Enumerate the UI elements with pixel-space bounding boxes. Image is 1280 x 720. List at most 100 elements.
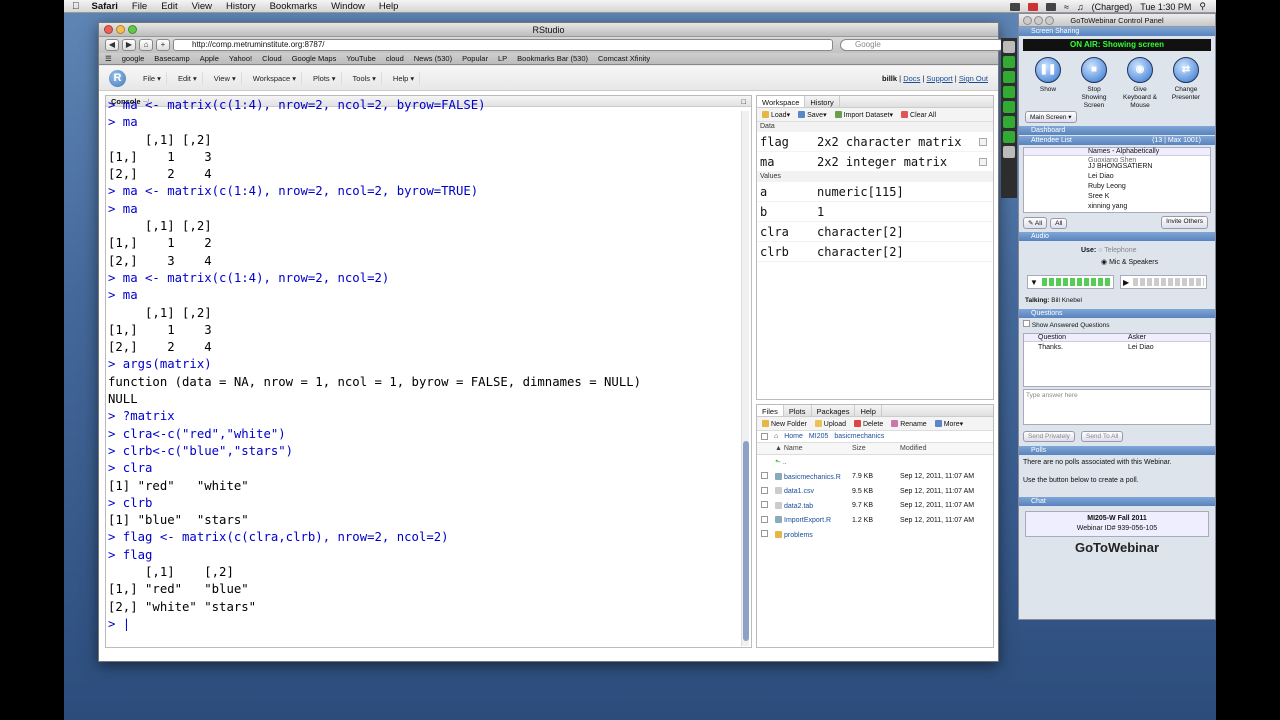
menu-bookmarks[interactable]: Bookmarks — [270, 1, 318, 12]
select-all-checkbox[interactable] — [761, 433, 768, 440]
file-row[interactable]: ⬑ .. — [757, 455, 993, 470]
back-button[interactable]: ◀ — [105, 39, 119, 51]
status-icon[interactable] — [1027, 2, 1038, 11]
chat-icon[interactable] — [1003, 146, 1015, 158]
telephone-radio[interactable]: ○ Telephone — [1098, 247, 1136, 254]
attendee-row[interactable]: xinning yang — [1024, 202, 1210, 212]
send-privately-button[interactable]: Send Privately — [1023, 431, 1075, 442]
webcam-icon[interactable] — [1003, 71, 1015, 83]
screen-sharing-header[interactable]: Screen Sharing — [1019, 27, 1215, 36]
grid-view-icon[interactable] — [979, 158, 987, 166]
menu-help[interactable]: Help — [379, 1, 399, 12]
workspace-row[interactable]: clrb character[2] — [757, 242, 993, 262]
polls-icon[interactable] — [1003, 131, 1015, 143]
upload-button[interactable]: Upload — [814, 419, 846, 428]
minimize-button[interactable] — [1034, 16, 1043, 25]
console-output[interactable]: > ma <- matrix(c(1:4), nrow=2, ncol=2, b… — [106, 97, 751, 633]
tab-packages[interactable]: Packages — [812, 405, 856, 416]
screen-icon[interactable] — [1003, 56, 1015, 68]
show-button[interactable]: ❚❚ Show — [1028, 57, 1068, 110]
menu-history[interactable]: History — [226, 1, 256, 12]
tab-history[interactable]: History — [805, 96, 840, 107]
rs-menu-file[interactable]: File ▾ — [138, 71, 167, 85]
docs-link[interactable]: Docs — [903, 74, 920, 83]
close-button[interactable] — [104, 25, 113, 34]
file-row[interactable]: ImportExport.R 1.2 KB Sep 12, 2011, 11:07 … — [757, 513, 993, 528]
breadcrumb-mi205[interactable]: MI205 — [809, 433, 828, 440]
dashboard-header[interactable]: Dashboard — [1019, 126, 1215, 135]
mic-radio[interactable]: ◉ Mic & Speakers — [1101, 259, 1158, 266]
file-row[interactable]: problems — [757, 528, 993, 543]
reading-list-icon[interactable]: ☰ — [105, 54, 112, 63]
file-checkbox[interactable] — [761, 501, 768, 509]
rs-menu-help[interactable]: Help ▾ — [388, 71, 421, 85]
file-checkbox[interactable] — [761, 515, 768, 523]
question-row[interactable]: Thanks. Lei Diao — [1024, 342, 1210, 354]
url-field[interactable]: http://comp.metruminstitute.org:8787/ — [173, 39, 833, 51]
zoom-button[interactable] — [1045, 16, 1054, 25]
bookmark-item[interactable]: Cloud — [262, 54, 282, 63]
asker-col[interactable]: Asker — [1128, 334, 1146, 341]
menu-view[interactable]: View — [192, 1, 212, 12]
tab-workspace[interactable]: Workspace — [757, 96, 806, 107]
tab-files[interactable]: Files — [757, 405, 784, 416]
file-checkbox[interactable] — [761, 486, 768, 494]
import-dataset-button[interactable]: Import Dataset▾ — [834, 110, 893, 119]
scroll-thumb[interactable] — [743, 441, 749, 641]
attendees-icon[interactable] — [1003, 86, 1015, 98]
attendee-list-header[interactable]: Attendee List (13 | Max 1001) — [1019, 136, 1215, 145]
home-icon[interactable]: ⌂ — [139, 39, 153, 51]
change-presenter-button[interactable]: ⇄ Change Presenter — [1166, 57, 1206, 110]
search-field[interactable]: Google — [840, 39, 1005, 51]
panel-toggle-icon[interactable] — [1003, 41, 1015, 53]
bookmark-item[interactable]: Google Maps — [292, 54, 337, 63]
attendee-row[interactable]: Lei Diao — [1024, 172, 1210, 182]
file-row[interactable]: basicmechanics.R 7.9 KB Sep 12, 2011, 11:0… — [757, 470, 993, 485]
rs-menu-plots[interactable]: Plots ▾ — [308, 71, 342, 85]
bookmark-item[interactable]: LP — [498, 54, 507, 63]
grid-view-icon[interactable] — [979, 138, 987, 146]
unmute-all-button[interactable]: ✎ All — [1023, 217, 1048, 229]
status-icon[interactable] — [1045, 2, 1056, 11]
audio-icon[interactable] — [1003, 101, 1015, 113]
attendee-row[interactable]: JJ BHONGSATIERN — [1024, 162, 1210, 172]
polls-header[interactable]: Polls — [1019, 446, 1215, 455]
add-bookmark-button[interactable]: + — [156, 39, 170, 51]
answer-field[interactable]: Type answer here — [1023, 389, 1211, 425]
workspace-row[interactable]: a numeric[115] — [757, 182, 993, 202]
apple-menu-icon[interactable]:  — [72, 1, 80, 12]
attendee-list[interactable]: Names - Alphabetically Guoxiang Shen JJ … — [1023, 147, 1211, 213]
close-button[interactable] — [1023, 16, 1032, 25]
rs-menu-view[interactable]: View ▾ — [209, 71, 242, 85]
col-modified[interactable]: Modified — [900, 445, 993, 452]
zoom-button[interactable] — [128, 25, 137, 34]
bookmark-item[interactable]: Basecamp — [154, 54, 189, 63]
rs-menu-tools[interactable]: Tools ▾ — [348, 71, 382, 85]
workspace-row[interactable]: clra character[2] — [757, 222, 993, 242]
col-size[interactable]: Size — [852, 445, 900, 452]
menu-window[interactable]: Window — [331, 1, 365, 12]
audio-header[interactable]: Audio — [1019, 232, 1215, 241]
volume-icon[interactable]: ♫ — [1077, 2, 1084, 12]
breadcrumb-home[interactable]: Home — [784, 433, 803, 440]
mute-all-button[interactable]: All — [1050, 218, 1068, 229]
clear-all-button[interactable]: Clear All — [901, 110, 936, 119]
bookmark-item[interactable]: cloud — [386, 54, 404, 63]
battery-status[interactable]: (Charged) — [1092, 2, 1133, 12]
tab-plots[interactable]: Plots — [784, 405, 812, 416]
mic-meter[interactable]: ▼ — [1027, 275, 1114, 289]
console-scrollbar[interactable] — [741, 111, 749, 646]
bookmark-item[interactable]: Yahoo! — [229, 54, 252, 63]
bookmark-item[interactable]: google — [122, 54, 145, 63]
more-button[interactable]: More▾ — [934, 419, 963, 428]
rs-menu-edit[interactable]: Edit ▾ — [173, 71, 203, 85]
breadcrumb-basicmechanics[interactable]: basicmechanics — [834, 433, 884, 440]
menu-edit[interactable]: Edit — [161, 1, 177, 12]
rename-button[interactable]: Rename — [891, 419, 927, 428]
home-icon[interactable]: ⌂ — [774, 433, 778, 440]
bookmark-item[interactable]: YouTube — [346, 54, 375, 63]
new-folder-button[interactable]: New Folder — [762, 419, 807, 428]
give-keyboard-button[interactable]: ◉ Give Keyboard & Mouse — [1120, 57, 1160, 110]
tab-help[interactable]: Help — [855, 405, 882, 416]
workspace-row[interactable]: flag 2x2 character matrix — [757, 132, 993, 152]
